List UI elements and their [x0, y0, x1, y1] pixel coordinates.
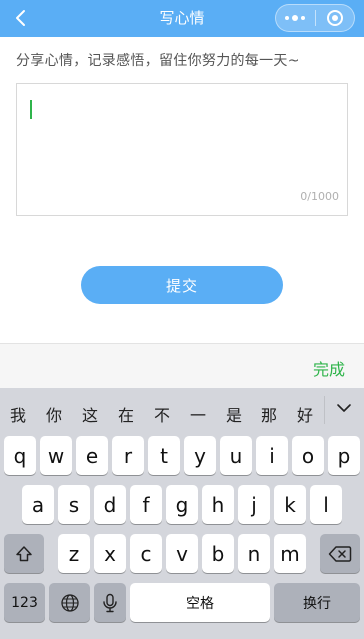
backspace-icon [328, 545, 352, 562]
key-e[interactable]: e [76, 436, 108, 475]
target-icon [326, 10, 343, 26]
microphone-key[interactable] [94, 583, 126, 622]
menu-capsule [275, 4, 355, 32]
key-z[interactable]: z [58, 534, 90, 573]
keyboard-accessory-bar: 完成 [0, 343, 364, 388]
key-p[interactable]: p [328, 436, 360, 475]
more-dots-icon [285, 16, 290, 20]
space-key[interactable]: 空格 [130, 583, 270, 622]
candidate-item[interactable]: 这 [82, 402, 98, 426]
globe-key[interactable] [49, 583, 90, 622]
key-w[interactable]: w [40, 436, 72, 475]
keyboard: 我 你 这 在 不 一 是 那 好 q w e r t y u i o p a … [0, 388, 364, 639]
key-n[interactable]: n [238, 534, 270, 573]
key-s[interactable]: s [58, 485, 90, 524]
key-m[interactable]: m [274, 534, 306, 573]
numbers-key[interactable]: 123 [4, 583, 45, 622]
key-u[interactable]: u [220, 436, 252, 475]
shift-key[interactable] [4, 534, 44, 573]
key-o[interactable]: o [292, 436, 324, 475]
key-b[interactable]: b [202, 534, 234, 573]
done-button[interactable]: 完成 [313, 356, 345, 380]
candidate-item[interactable]: 不 [154, 402, 170, 426]
microphone-icon [103, 593, 117, 612]
close-miniprogram-button[interactable] [316, 10, 355, 26]
nav-bar: 写心情 [0, 0, 364, 37]
key-r[interactable]: r [112, 436, 144, 475]
key-t[interactable]: t [148, 436, 180, 475]
key-a[interactable]: a [22, 485, 54, 524]
expand-candidates-icon[interactable] [336, 400, 352, 416]
candidate-item[interactable]: 是 [226, 402, 242, 426]
key-y[interactable]: y [184, 436, 216, 475]
intro-text: 分享心情，记录感悟，留住你努力的每一天~ [16, 53, 300, 69]
return-key[interactable]: 换行 [274, 583, 360, 622]
key-f[interactable]: f [130, 485, 162, 524]
key-c[interactable]: c [130, 534, 162, 573]
shift-icon [16, 545, 32, 561]
key-d[interactable]: d [94, 485, 126, 524]
candidate-item[interactable]: 那 [261, 402, 277, 426]
candidate-item[interactable]: 我 [10, 402, 26, 426]
submit-button[interactable]: 提交 [81, 266, 283, 304]
candidate-item[interactable]: 好 [297, 402, 313, 426]
key-q[interactable]: q [4, 436, 36, 475]
text-caret [30, 100, 32, 119]
globe-icon [60, 593, 79, 612]
key-l[interactable]: l [310, 485, 342, 524]
key-k[interactable]: k [274, 485, 306, 524]
candidate-bar: 我 你 这 在 不 一 是 那 好 [0, 388, 364, 432]
delete-key[interactable] [320, 534, 360, 573]
key-j[interactable]: j [238, 485, 270, 524]
key-h[interactable]: h [202, 485, 234, 524]
key-g[interactable]: g [166, 485, 198, 524]
key-i[interactable]: i [256, 436, 288, 475]
key-v[interactable]: v [166, 534, 198, 573]
candidate-divider [324, 396, 325, 424]
key-x[interactable]: x [94, 534, 126, 573]
candidate-item[interactable]: 你 [46, 402, 62, 426]
more-button[interactable] [276, 15, 315, 21]
candidate-item[interactable]: 在 [118, 402, 134, 426]
mood-textarea[interactable]: 0/1000 [16, 83, 348, 216]
candidate-item[interactable]: 一 [190, 402, 206, 426]
char-counter: 0/1000 [300, 190, 339, 203]
